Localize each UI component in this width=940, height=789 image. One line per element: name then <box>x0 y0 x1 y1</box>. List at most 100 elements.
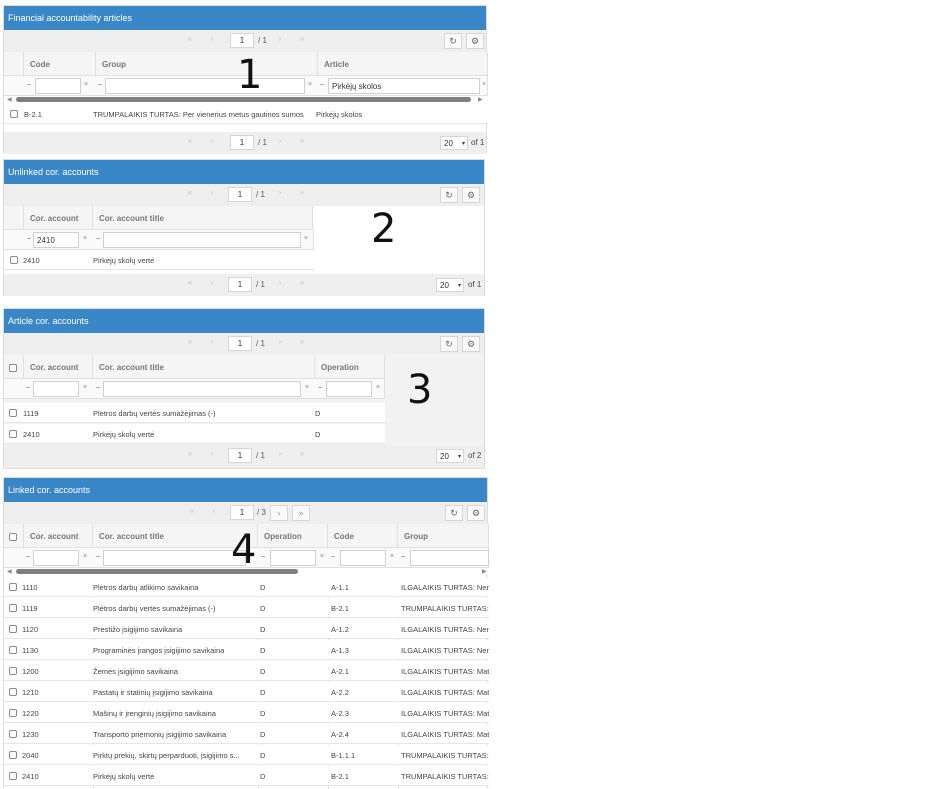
next-page-icon[interactable]: › <box>274 34 286 43</box>
column-header-cor-account[interactable]: Cor. account <box>24 206 93 230</box>
filter-op-operation[interactable]: ~ <box>318 385 322 392</box>
page-input[interactable]: 1 <box>230 505 254 520</box>
column-header-cor-account-title[interactable]: Cor. account title <box>93 206 313 230</box>
table-row[interactable]: 1120 Prestižo įsigijimo savikaina D A-1.2 IL… <box>4 619 489 639</box>
filter-op-group[interactable]: ~ <box>98 82 102 89</box>
column-header-code[interactable]: Code <box>24 52 96 76</box>
refresh-icon[interactable]: ↻ <box>440 187 458 203</box>
first-page-icon[interactable]: « <box>186 506 198 515</box>
row-checkbox[interactable] <box>9 730 17 738</box>
filter-account-input[interactable] <box>33 381 79 397</box>
next-page-icon[interactable]: › <box>270 505 288 521</box>
table-row[interactable]: 2410 Pirkėjų skolų vertė D <box>4 424 385 444</box>
filter-account-input[interactable]: 2410 <box>33 232 79 248</box>
table-row[interactable]: 1119 Plėtros darbų vertės sumažėjimas (-… <box>4 403 385 423</box>
row-checkbox[interactable] <box>9 430 17 438</box>
row-checkbox[interactable] <box>9 409 17 417</box>
table-row[interactable]: 1230 Transporto priemonių įsigijimo savik… <box>4 724 489 744</box>
row-checkbox[interactable] <box>9 751 17 759</box>
row-checkbox[interactable] <box>9 583 17 591</box>
column-header-cor-account[interactable]: Cor. account <box>24 355 93 379</box>
prev-page-icon[interactable]: ‹ <box>206 136 218 145</box>
gear-icon[interactable]: ⚙ <box>462 336 480 352</box>
scroll-right-icon[interactable]: ▶ <box>482 568 487 575</box>
table-row[interactable]: 2040 Pirktų prekių, skirtų perparduoti, į… <box>4 745 489 765</box>
table-row[interactable]: 1130 Programinės įrangos įsigijimo savika… <box>4 640 489 660</box>
row-checkbox[interactable] <box>10 110 18 118</box>
filter-op-code[interactable]: ~ <box>331 554 335 561</box>
page-input[interactable]: 1 <box>228 336 252 351</box>
gear-icon[interactable]: ⚙ <box>466 33 484 49</box>
scroll-right-icon[interactable]: ▶ <box>478 96 483 103</box>
first-page-icon[interactable]: « <box>184 337 196 346</box>
row-checkbox[interactable] <box>9 772 17 780</box>
column-header-cor-account-title[interactable]: Cor. account title <box>93 355 315 379</box>
page-input[interactable]: 1 <box>228 277 252 292</box>
page-size-select[interactable]: 20 ▾ <box>436 449 464 463</box>
next-page-icon[interactable]: › <box>274 449 286 458</box>
filter-op-title[interactable]: ~ <box>96 385 100 392</box>
last-page-icon[interactable]: » <box>296 136 308 145</box>
table-row[interactable]: 1110 Plėtros darbų atlikimo savikaina D A-1… <box>4 577 489 597</box>
filter-code-clear[interactable]: × <box>84 81 88 88</box>
table-row[interactable]: 1119 Plėtros darbų vertės sumažėjimas (-)… <box>4 598 489 618</box>
filter-op-group[interactable]: ~ <box>401 554 405 561</box>
filter-group-input[interactable] <box>410 550 489 566</box>
filter-title-clear[interactable]: × <box>305 384 309 391</box>
last-page-icon[interactable]: » <box>296 188 308 197</box>
filter-code-input[interactable] <box>35 78 81 94</box>
filter-group-input[interactable] <box>105 78 305 94</box>
filter-account-clear[interactable]: × <box>83 384 87 391</box>
filter-op-article[interactable]: ~ <box>320 82 324 89</box>
gear-icon[interactable]: ⚙ <box>467 505 485 521</box>
last-page-icon[interactable]: » <box>296 278 308 287</box>
column-header-group[interactable]: Group <box>398 524 489 548</box>
filter-account-input[interactable] <box>33 550 79 566</box>
row-checkbox[interactable] <box>9 709 17 717</box>
next-page-icon[interactable]: › <box>274 337 286 346</box>
first-page-icon[interactable]: « <box>184 449 196 458</box>
next-page-icon[interactable]: › <box>274 188 286 197</box>
filter-op-title[interactable]: ~ <box>96 554 100 561</box>
table-row[interactable]: 1200 Žemės įsigijimo savikaina D A-2.1 ILGAL… <box>4 661 489 681</box>
filter-operation-clear[interactable]: × <box>320 553 324 560</box>
filter-op-code[interactable]: ~ <box>27 82 31 89</box>
filter-title-input[interactable] <box>103 232 301 248</box>
next-page-icon[interactable]: › <box>274 136 286 145</box>
page-size-select[interactable]: 20 ▾ <box>436 278 464 292</box>
filter-op-title[interactable]: ~ <box>96 236 100 243</box>
refresh-icon[interactable]: ↻ <box>440 336 458 352</box>
table-row[interactable]: 1220 Mašinų ir įrenginių įsigijimo savika… <box>4 703 489 723</box>
filter-code-input[interactable] <box>340 550 386 566</box>
filter-group-clear[interactable]: × <box>308 81 312 88</box>
page-size-select[interactable]: 20 ▾ <box>440 136 468 150</box>
first-page-icon[interactable]: « <box>184 278 196 287</box>
table-row[interactable]: 2410 Pirkėjų skolų vertė D B-2.1 TRUMPALAIKI… <box>4 766 489 786</box>
prev-page-icon[interactable]: ‹ <box>206 188 218 197</box>
page-input[interactable]: 1 <box>228 187 252 202</box>
filter-account-clear[interactable]: × <box>83 553 87 560</box>
scroll-left-icon[interactable]: ◀ <box>7 568 12 575</box>
row-checkbox[interactable] <box>9 604 17 612</box>
prev-page-icon[interactable]: ‹ <box>208 506 220 515</box>
gear-icon[interactable]: ⚙ <box>462 187 480 203</box>
table-row[interactable]: 2410 Pirkėjų skolų vertė <box>4 250 314 270</box>
row-checkbox[interactable] <box>10 256 18 264</box>
filter-article-input[interactable]: Pirkėjų skolos <box>328 78 480 94</box>
page-input[interactable]: 1 <box>228 448 252 463</box>
filter-operation-input[interactable] <box>326 381 372 397</box>
filter-operation-input[interactable] <box>270 550 316 566</box>
next-page-icon[interactable]: › <box>274 278 286 287</box>
filter-title-input[interactable] <box>103 550 246 566</box>
column-header-cor-account[interactable]: Cor. account <box>24 524 93 548</box>
first-page-icon[interactable]: « <box>184 136 196 145</box>
filter-title-input[interactable] <box>103 381 301 397</box>
filter-account-clear[interactable]: × <box>83 235 87 242</box>
filter-op-operation[interactable]: ~ <box>261 554 265 561</box>
table-row[interactable]: B-2.1 TRUMPALAIKIS TURTAS: Per vienerius… <box>4 104 488 124</box>
last-page-icon[interactable]: » <box>296 337 308 346</box>
refresh-icon[interactable]: ↻ <box>444 33 462 49</box>
column-header-operation[interactable]: Operation <box>315 355 385 379</box>
row-checkbox[interactable] <box>9 688 17 696</box>
filter-article-clear[interactable]: × <box>482 81 486 88</box>
